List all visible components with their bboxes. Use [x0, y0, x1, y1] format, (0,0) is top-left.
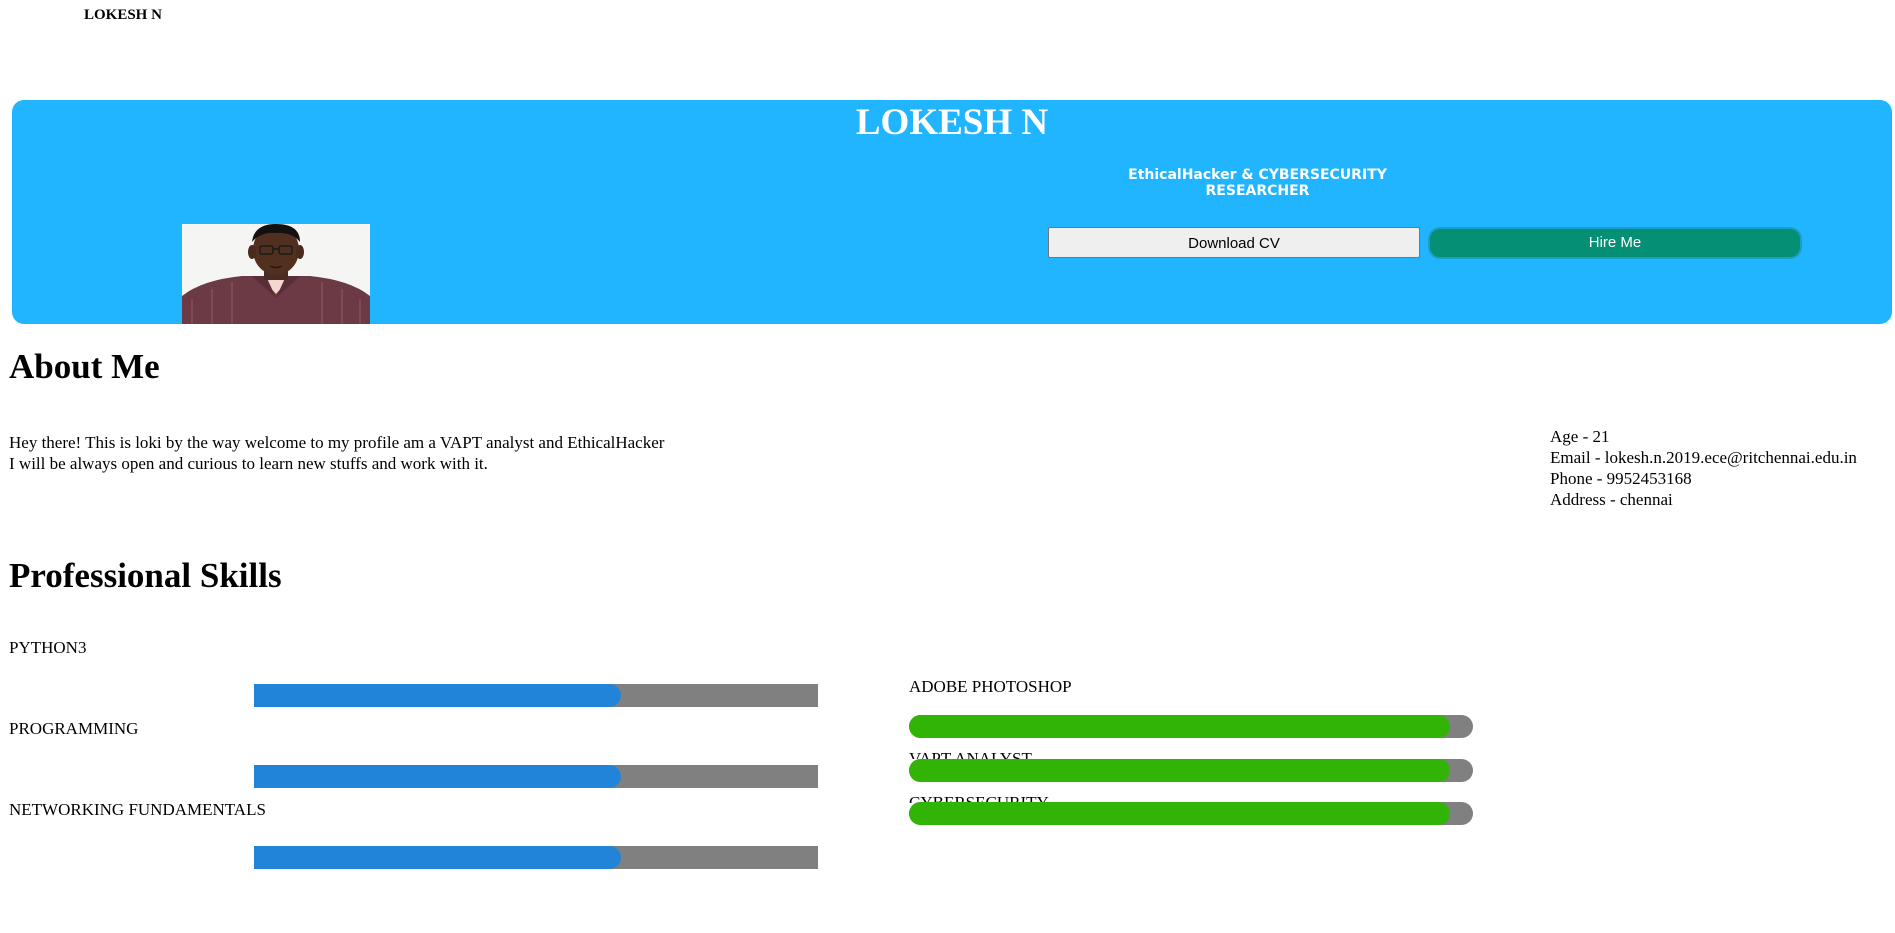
skill-label-python3: PYTHON3	[9, 638, 87, 657]
hero-subtitle: EthicalHacker & CYBERSECURITY RESEARCHER	[1128, 167, 1387, 199]
skill-bar-fill	[254, 846, 621, 869]
skills-heading: Professional Skills	[9, 556, 282, 595]
profile-photo	[182, 224, 370, 324]
skill-label-photoshop: ADOBE PHOTOSHOP	[909, 677, 1072, 696]
hero-banner: LOKESH N EthicalHacker & CYBERSECURITY R…	[12, 100, 1892, 324]
info-age: Age - 21	[1550, 427, 1610, 446]
skill-bar-programming	[254, 765, 818, 788]
hire-me-button[interactable]: Hire Me	[1428, 227, 1802, 259]
about-heading: About Me	[9, 347, 160, 386]
info-address: Address - chennai	[1550, 490, 1673, 509]
info-email: Email - lokesh.n.2019.ece@ritchennai.edu…	[1550, 448, 1857, 467]
skill-bar-fill	[909, 802, 1451, 825]
skill-label-programming: PROGRAMMING	[9, 719, 139, 738]
download-cv-button[interactable]: Download CV	[1048, 227, 1420, 258]
skill-bar-fill	[909, 759, 1451, 782]
about-line-1: Hey there! This is loki by the way welco…	[9, 433, 665, 452]
personal-info: Age - 21 Email - lokesh.n.2019.ece@ritch…	[1550, 426, 1857, 510]
site-logo[interactable]: LOKESH N	[84, 7, 162, 24]
skill-bar-photoshop	[909, 715, 1473, 738]
profile-photo-image	[182, 224, 370, 324]
skill-bar-fill	[254, 684, 621, 707]
about-line-2: I will be always open and curious to lea…	[9, 454, 488, 473]
skill-bar-python3	[254, 684, 818, 707]
skill-bar-vapt	[909, 759, 1473, 782]
hero-title: LOKESH N	[855, 102, 1049, 143]
about-description: Hey there! This is loki by the way welco…	[9, 432, 664, 474]
skill-bar-fill	[254, 765, 621, 788]
skill-bar-cybersecurity	[909, 802, 1473, 825]
info-phone: Phone - 9952453168	[1550, 469, 1692, 488]
skill-bar-networking	[254, 846, 818, 869]
skill-bar-fill	[909, 715, 1451, 738]
skill-label-networking: NETWORKING FUNDAMENTALS	[9, 800, 266, 819]
skill-label-vapt: VAPT ANALYST	[909, 749, 1032, 759]
